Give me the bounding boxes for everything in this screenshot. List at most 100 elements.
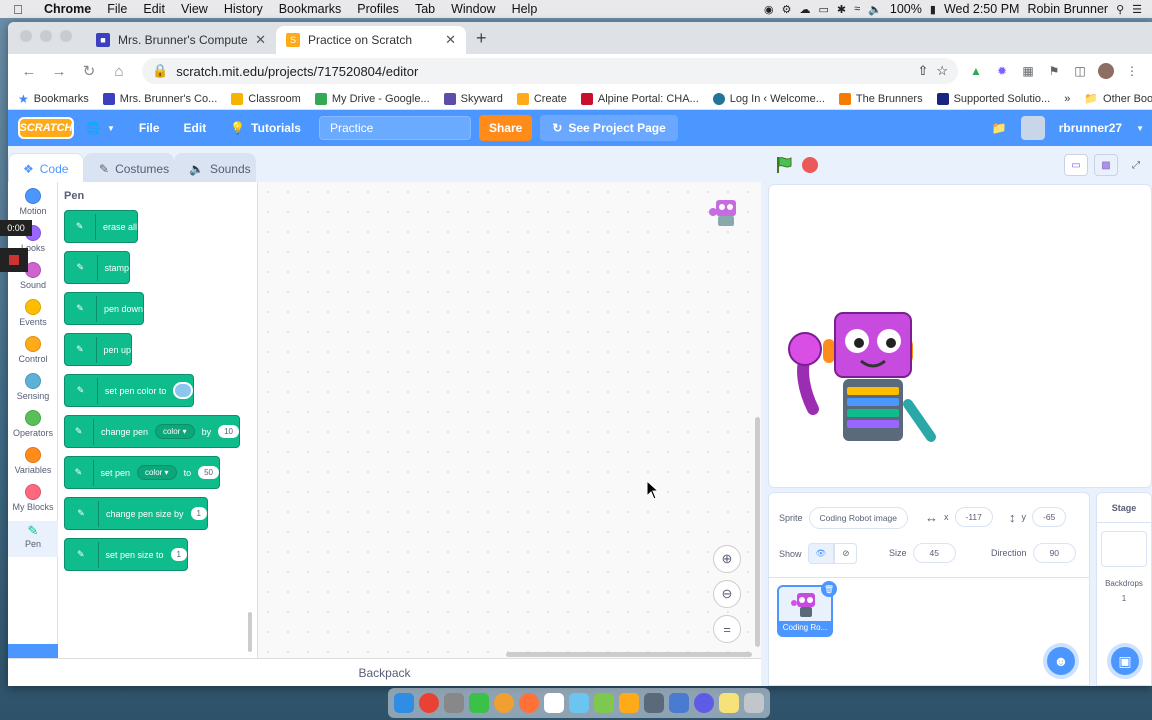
profile-avatar[interactable] xyxy=(1098,63,1114,79)
my-stuff-folder-icon[interactable]: 📁 xyxy=(992,121,1007,135)
launchpad-icon[interactable] xyxy=(444,693,464,713)
close-tab-icon[interactable]: ✕ xyxy=(255,32,266,48)
close-tab-icon[interactable]: ✕ xyxy=(445,32,456,48)
extension-icon[interactable]: ✹ xyxy=(994,63,1010,79)
url-text[interactable]: scratch.mit.edu/projects/717520804/edito… xyxy=(176,64,909,79)
bookmark-item[interactable]: ★ Bookmarks xyxy=(18,92,89,106)
small-stage-icon[interactable]: ▭ xyxy=(1064,154,1088,176)
hide-sprite-eye-slash-icon[interactable]: ⊘ xyxy=(834,543,858,564)
settings-icon[interactable] xyxy=(694,693,714,713)
airplay-icon[interactable]: ▭ xyxy=(819,3,829,16)
menu-edit[interactable]: Edit xyxy=(135,2,173,16)
chevron-down-icon[interactable]: ▼ xyxy=(1136,124,1144,133)
menu-tab[interactable]: Tab xyxy=(407,2,443,16)
param-dropdown[interactable]: color ▾ xyxy=(136,465,177,480)
block-pen-down[interactable]: ✎ pen down xyxy=(64,292,144,325)
number-input[interactable]: 1 xyxy=(170,548,187,561)
back-icon[interactable]: ← xyxy=(16,63,42,80)
fullscreen-icon[interactable]: ⤢ xyxy=(1124,154,1148,176)
username[interactable]: rbrunner27 xyxy=(1059,121,1122,135)
block-set-pen-param[interactable]: ✎ set pen color ▾ to 50 xyxy=(64,456,220,489)
large-stage-icon[interactable]: ▩ xyxy=(1094,154,1118,176)
bookmark-item[interactable]: Skyward xyxy=(443,92,503,105)
sprite-tile[interactable]: 🗑 Coding Ro... xyxy=(777,581,837,637)
block-stamp[interactable]: ✎ stamp xyxy=(64,251,130,284)
lock-icon[interactable]: 🔒 xyxy=(152,63,168,79)
bluetooth-icon[interactable]: ✱ xyxy=(837,3,846,16)
share-button[interactable]: Share xyxy=(478,115,533,141)
photos-icon[interactable] xyxy=(494,693,514,713)
number-input[interactable]: 1 xyxy=(190,507,207,520)
see-project-page-button[interactable]: ↻ See Project Page xyxy=(540,115,678,141)
scratch-app-icon[interactable] xyxy=(619,693,639,713)
sprite-name-input[interactable]: Coding Robot image xyxy=(808,507,909,529)
file-menu[interactable]: File xyxy=(127,121,172,135)
category-sensing[interactable]: Sensing xyxy=(8,373,58,401)
share-page-icon[interactable]: ⇧ xyxy=(917,63,928,79)
maps-icon[interactable] xyxy=(569,693,589,713)
user-name[interactable]: Robin Brunner xyxy=(1027,2,1108,16)
stop-sign-icon[interactable] xyxy=(802,157,818,173)
zoom-in-button[interactable]: ⊕ xyxy=(713,545,741,573)
project-title-input[interactable]: Practice xyxy=(318,116,471,140)
bookmark-star-icon[interactable]: ☆ xyxy=(936,63,948,79)
coding-robot-sprite[interactable] xyxy=(783,309,953,449)
control-center-icon[interactable]: ☰ xyxy=(1132,3,1142,16)
number-input[interactable]: 50 xyxy=(198,466,219,479)
bookmark-item[interactable]: Create xyxy=(516,92,567,105)
gear-icon[interactable]: ⚙ xyxy=(782,3,792,16)
bookmark-item[interactable]: Alpine Portal: CHA... xyxy=(580,92,699,105)
screen-record-icon[interactable]: ◉ xyxy=(764,3,774,16)
menu-view[interactable]: View xyxy=(173,2,216,16)
menu-window[interactable]: Window xyxy=(443,2,503,16)
category-pen[interactable]: ✎ Pen xyxy=(8,521,58,557)
reload-icon[interactable]: ↻ xyxy=(76,62,102,80)
category-events[interactable]: Events xyxy=(8,299,58,327)
kebab-menu-icon[interactable]: ⋮ xyxy=(1124,63,1140,79)
workspace-vertical-scrollbar[interactable] xyxy=(755,417,760,647)
bookmark-item[interactable]: The Brunners xyxy=(838,92,923,105)
direction-input[interactable]: 90 xyxy=(1032,543,1076,563)
green-flag-icon[interactable] xyxy=(774,155,794,175)
backdrop-thumbnail[interactable] xyxy=(1101,531,1147,567)
menu-app-name[interactable]: Chrome xyxy=(36,2,99,16)
param-dropdown[interactable]: color ▾ xyxy=(154,424,195,439)
tab-costumes[interactable]: ✎ Costumes xyxy=(84,153,174,183)
workspace-horizontal-scrollbar[interactable] xyxy=(506,652,752,657)
category-operators[interactable]: Operators xyxy=(8,410,58,438)
code-workspace[interactable]: ⊕ ⊖ = xyxy=(258,182,761,658)
color-picker-input[interactable] xyxy=(173,382,193,399)
menu-file[interactable]: File xyxy=(99,2,135,16)
battery-icon[interactable]: ▮ xyxy=(930,3,936,16)
zoom-window-button[interactable] xyxy=(60,30,72,42)
category-my-blocks[interactable]: My Blocks xyxy=(8,484,58,512)
tab-sounds[interactable]: 🔈 Sounds xyxy=(174,153,256,183)
google-drive-extension-icon[interactable]: ▲ xyxy=(968,63,984,79)
messages-icon[interactable] xyxy=(469,693,489,713)
finder-icon[interactable] xyxy=(394,693,414,713)
number-input[interactable]: 10 xyxy=(218,425,239,438)
grid-extension-icon[interactable]: ▦ xyxy=(1020,63,1036,79)
more-bookmarks-chevron[interactable]: » xyxy=(1064,93,1070,105)
choose-sprite-button[interactable]: ☻ xyxy=(1043,643,1079,679)
zoom-reset-button[interactable]: = xyxy=(713,615,741,643)
menu-history[interactable]: History xyxy=(216,2,271,16)
home-icon[interactable]: ⌂ xyxy=(106,63,132,80)
spotlight-search-icon[interactable]: ⚲ xyxy=(1116,3,1124,16)
bookmark-item[interactable]: Log In ‹ Welcome... xyxy=(712,92,825,105)
refresh-app-icon[interactable] xyxy=(594,693,614,713)
stop-recording-button[interactable] xyxy=(0,248,28,272)
new-tab-icon[interactable]: + xyxy=(466,28,497,54)
address-bar[interactable]: 🔒 scratch.mit.edu/projects/717520804/edi… xyxy=(142,58,958,84)
volume-icon[interactable]: 🔈 xyxy=(868,3,882,16)
palette-scrollbar[interactable] xyxy=(248,612,252,652)
apple-icon[interactable]:  xyxy=(0,2,36,17)
forward-icon[interactable]: → xyxy=(46,63,72,80)
size-input[interactable]: 45 xyxy=(912,543,956,563)
preview-icon[interactable] xyxy=(669,693,689,713)
close-window-button[interactable] xyxy=(20,30,32,42)
backpack-bar[interactable]: Backpack xyxy=(8,658,761,686)
scratch-logo[interactable]: SCRATCH xyxy=(18,117,74,139)
bookmark-item[interactable]: Mrs. Brunner's Co... xyxy=(102,92,217,105)
cloud-icon[interactable]: ☁ xyxy=(800,3,811,16)
